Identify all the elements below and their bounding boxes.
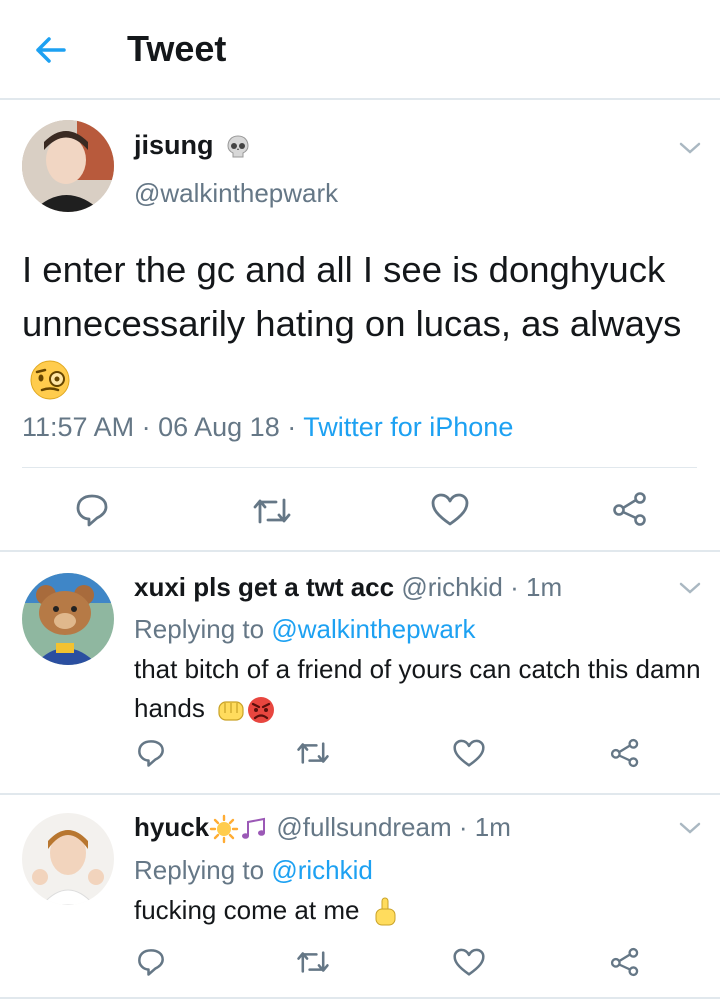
fist-icon xyxy=(218,701,244,721)
avatar[interactable] xyxy=(22,813,114,905)
middle-finger-icon xyxy=(375,897,396,926)
reply-text: fucking come at me xyxy=(134,891,704,930)
author-name[interactable]: hyuck xyxy=(134,812,269,844)
like-icon[interactable] xyxy=(453,739,485,768)
reply-time: 1m xyxy=(474,812,511,842)
like-icon[interactable] xyxy=(431,493,469,527)
author-handle[interactable]: @richkid xyxy=(401,572,503,602)
author-handle[interactable]: @fullsundream xyxy=(276,812,451,842)
avatar-photo xyxy=(22,813,114,905)
avatar-photo xyxy=(22,573,114,665)
avatar[interactable] xyxy=(22,120,114,212)
chevron-down-icon[interactable] xyxy=(678,820,702,836)
reply-icon[interactable] xyxy=(136,947,166,977)
reply-icon[interactable] xyxy=(136,738,166,768)
author-name[interactable]: jisung xyxy=(134,130,251,161)
reply-header: hyuck @fullsundream · 1m xyxy=(134,812,511,844)
like-icon[interactable] xyxy=(453,948,485,977)
chevron-down-icon[interactable] xyxy=(678,580,702,596)
reply-header: xuxi pls get a twt acc @richkid · 1m xyxy=(134,572,562,603)
mention-link[interactable]: @walkinthepwark xyxy=(271,614,475,644)
reply-text: that bitch of a friend of yours can catc… xyxy=(134,650,704,728)
tweet-date[interactable]: 06 Aug 18 xyxy=(158,412,280,442)
monocle-face-icon xyxy=(30,360,70,400)
divider xyxy=(0,793,720,795)
chevron-down-icon[interactable] xyxy=(678,140,702,156)
avatar-photo xyxy=(22,120,114,212)
share-icon[interactable] xyxy=(610,738,640,768)
tweet-meta: 11:57 AM · 06 Aug 18 · Twitter for iPhon… xyxy=(22,412,513,443)
replying-to: Replying to @richkid xyxy=(134,855,373,885)
share-icon[interactable] xyxy=(612,491,648,527)
replying-to: Replying to @walkinthepwark xyxy=(134,614,476,644)
retweet-icon[interactable] xyxy=(296,740,330,766)
back-arrow-icon[interactable] xyxy=(30,30,70,70)
tweet-source[interactable]: Twitter for iPhone xyxy=(303,412,513,442)
sun-icon xyxy=(209,814,239,844)
divider xyxy=(0,997,720,999)
retweet-icon[interactable] xyxy=(252,496,292,526)
tweet-text: I enter the gc and all I see is donghyuc… xyxy=(22,243,702,405)
meta-separator: · xyxy=(141,412,159,442)
reply-icon[interactable] xyxy=(74,493,110,527)
author-name[interactable]: xuxi pls get a twt acc xyxy=(134,572,394,602)
meta-separator: · xyxy=(458,812,475,842)
skull-icon xyxy=(227,135,249,158)
retweet-icon[interactable] xyxy=(296,949,330,975)
tweet-time[interactable]: 11:57 AM xyxy=(22,412,134,442)
meta-separator: · xyxy=(510,572,526,602)
angry-face-icon xyxy=(248,697,275,724)
meta-separator: · xyxy=(287,412,304,442)
avatar[interactable] xyxy=(22,573,114,665)
music-notes-icon xyxy=(242,817,266,839)
divider xyxy=(22,467,697,468)
reply-time: 1m xyxy=(525,572,563,602)
top-bar: Tweet xyxy=(0,0,720,100)
share-icon[interactable] xyxy=(610,947,640,977)
mention-link[interactable]: @richkid xyxy=(271,855,373,885)
page-title: Tweet xyxy=(127,28,227,69)
divider xyxy=(0,550,720,552)
author-handle[interactable]: @walkinthepwark xyxy=(134,178,338,209)
